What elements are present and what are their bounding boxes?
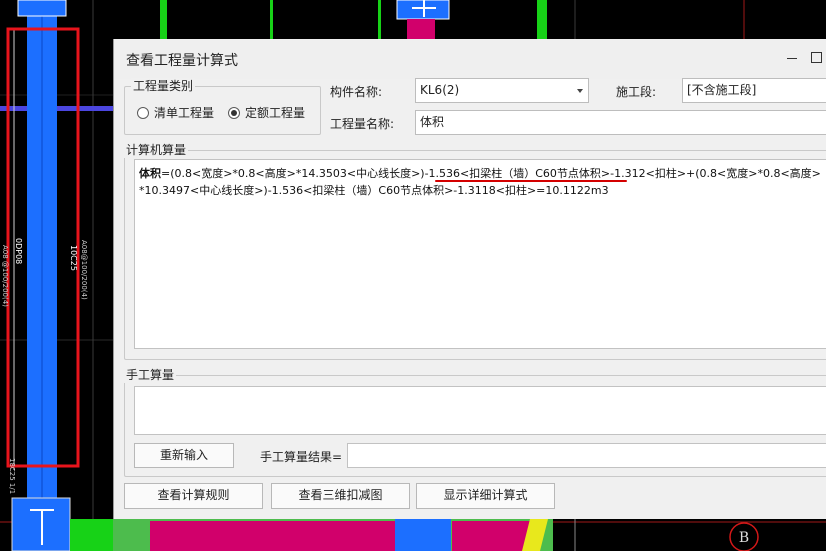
cad-label: 18C25 1/1 (8, 458, 16, 494)
formula-prefix: 体积 (139, 167, 161, 180)
radio-circle-icon (137, 106, 149, 119)
radio-bill-quantity-label: 清单工程量 (154, 106, 215, 120)
computer-calc-formula-box[interactable]: 体积=(0.8<宽度>*0.8<高度>*14.3503<中心线长度>)-1.53… (134, 159, 826, 349)
computer-calc-title: 计算机算量 (124, 142, 189, 158)
construction-section-value: [不含施工段] (687, 83, 757, 97)
chevron-down-icon (577, 89, 583, 93)
formula-line-2: *10.3497<中心线长度>)-1.536<扣梁柱（墙）C60节点体积>-1.… (139, 184, 609, 197)
manual-calc-title: 手工算量 (124, 367, 177, 383)
view-calc-rules-button[interactable]: 查看计算规则 (124, 483, 263, 509)
cad-label: 10C25 (69, 245, 78, 271)
radio-quota-quantity[interactable]: 定额工程量 (228, 104, 305, 121)
quantity-name-value: 体积 (420, 115, 445, 129)
maximize-icon[interactable] (811, 52, 822, 63)
formula-text: 体积=(0.8<宽度>*0.8<高度>*14.3503<中心线长度>)-1.53… (139, 165, 826, 199)
manual-result-label: 手工算量结果= (260, 450, 343, 464)
cad-label: 0DP08 (14, 238, 23, 264)
radio-quota-quantity-label: 定额工程量 (245, 106, 306, 120)
component-name-dropdown[interactable]: KL6(2) (415, 78, 589, 103)
dialog-titlebar[interactable]: 查看工程量计算式 (114, 39, 826, 79)
radio-selected-icon (228, 106, 240, 119)
construction-section-label: 施工段: (616, 85, 657, 99)
manual-calc-input[interactable] (134, 386, 826, 435)
view-3d-deduction-button[interactable]: 查看三维扣减图 (271, 483, 410, 509)
radio-bill-quantity[interactable]: 清单工程量 (137, 104, 214, 121)
dialog-title: 查看工程量计算式 (126, 53, 238, 69)
reenter-button[interactable]: 重新输入 (134, 443, 234, 468)
view-quantity-formula-dialog: 查看工程量计算式 工程量类别 清单工程量 定额工程量 构件名称: KL6(2) … (113, 39, 826, 519)
manual-result-field[interactable] (347, 443, 826, 468)
minimize-icon[interactable] (784, 49, 800, 65)
quantity-name-label: 工程量名称: (330, 117, 395, 131)
axis-label: B (739, 530, 749, 546)
quantity-type-title: 工程量类别 (131, 78, 196, 94)
quantity-name-field[interactable]: 体积 (415, 110, 826, 135)
red-annotation-underline (435, 180, 627, 182)
cad-label: A08@100/200(4) (80, 240, 88, 300)
quantity-type-group: 工程量类别 清单工程量 定额工程量 (124, 78, 321, 135)
component-name-label: 构件名称: (330, 85, 383, 99)
component-name-value: KL6(2) (420, 83, 460, 97)
cad-label: A08 @100/200(4) (1, 245, 9, 307)
construction-section-field[interactable]: [不含施工段] (682, 78, 826, 103)
show-detail-formula-button[interactable]: 显示详细计算式 (416, 483, 555, 509)
formula-line-1-text: =(0.8<宽度>*0.8<高度>*14.3503<中心线长度>)-1.536<… (161, 167, 821, 180)
manual-calc-group: 手工算量 重新输入 手工算量结果= (124, 367, 826, 477)
